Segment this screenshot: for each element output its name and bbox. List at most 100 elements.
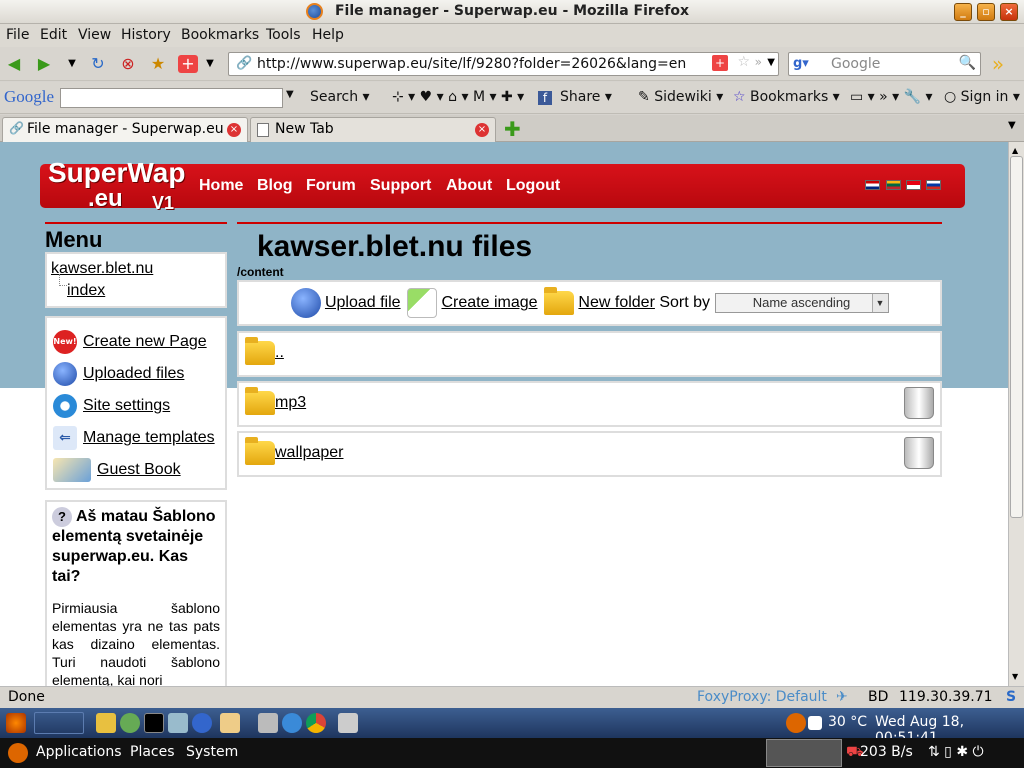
nav-support[interactable]: Support <box>370 177 431 195</box>
close-tab-icon[interactable]: × <box>227 123 241 137</box>
menu-bookmarks[interactable]: Bookmarks <box>181 27 259 43</box>
nav-logout[interactable]: Logout <box>506 177 560 195</box>
editor-icon[interactable] <box>168 713 188 733</box>
menu-view[interactable]: View <box>78 27 111 43</box>
url-dropdown-icon[interactable]: ▼ <box>767 57 775 68</box>
maximize-button[interactable]: ▫ <box>977 3 995 21</box>
google-engine-icon[interactable]: g▾ <box>793 56 809 71</box>
network-app-icon[interactable] <box>192 713 212 733</box>
forward-icon[interactable]: ▶ <box>34 55 54 73</box>
folder-link[interactable]: wallpaper <box>275 444 343 461</box>
addon-icon[interactable]: S <box>1006 689 1016 705</box>
app-launcher-icon[interactable] <box>120 713 140 733</box>
scroll-up-icon[interactable]: ▲ <box>1012 146 1018 155</box>
nav-blog[interactable]: Blog <box>257 177 293 195</box>
window-switcher-button[interactable] <box>34 712 84 734</box>
main-divider <box>237 222 942 224</box>
vertical-scrollbar[interactable]: ▲ ▼ <box>1008 142 1024 686</box>
addthis-dropdown-icon[interactable]: ▼ <box>200 55 220 73</box>
folder-link[interactable]: mp3 <box>275 394 306 411</box>
sidebar-index-link[interactable]: index <box>67 282 105 300</box>
facebook-icon[interactable]: f <box>538 91 552 105</box>
minimize-button[interactable]: _ <box>954 3 972 21</box>
share-button[interactable]: Share ▾ <box>560 89 612 105</box>
sidebar-item-guest-book[interactable]: Guest Book <box>53 458 181 486</box>
menu-history[interactable]: History <box>121 27 171 43</box>
new-folder-button[interactable]: New folder <box>543 287 655 315</box>
notes-icon[interactable] <box>220 713 240 733</box>
menu-tools[interactable]: Tools <box>266 27 301 43</box>
scroll-thumb[interactable] <box>1010 156 1023 518</box>
applications-menu[interactable]: Applications <box>36 744 122 760</box>
trash-icon[interactable] <box>904 437 934 469</box>
sidebar-item-uploaded-files[interactable]: Uploaded files <box>53 362 184 390</box>
close-tab-icon[interactable]: × <box>475 123 489 137</box>
window-icon[interactable] <box>338 713 358 733</box>
tray-icons[interactable]: ⇅ ▯ ✱ ⏻ <box>928 744 984 760</box>
google-search-button[interactable]: Search ▾ <box>310 89 370 105</box>
tab-list-icon[interactable]: ▼ <box>1008 120 1016 131</box>
table-row[interactable]: .. <box>237 331 942 377</box>
google-search-label: Search <box>310 89 359 105</box>
bookmark-toolbar-icon[interactable]: ★ <box>148 55 168 73</box>
ubuntu-icon[interactable] <box>786 713 806 733</box>
table-row[interactable]: wallpaper <box>237 431 942 477</box>
filezilla-icon[interactable] <box>258 713 278 733</box>
flag-russia-icon[interactable] <box>926 180 941 190</box>
nav-about[interactable]: About <box>446 177 492 195</box>
addthis-url-icon[interactable]: + <box>712 55 728 71</box>
ie-icon[interactable] <box>282 713 302 733</box>
system-menu[interactable]: System <box>186 744 238 760</box>
signin-button[interactable]: ○ Sign in ▾ <box>944 89 1020 105</box>
folder-link[interactable]: .. <box>275 344 284 361</box>
flag-uk-icon[interactable] <box>865 180 880 190</box>
tab-new-tab[interactable]: New Tab × <box>250 117 496 142</box>
places-menu[interactable]: Places <box>130 744 175 760</box>
history-dropdown-icon[interactable]: ▼ <box>62 55 82 73</box>
bookmarks-button[interactable]: ☆ Bookmarks ▾ <box>733 89 840 105</box>
menu-help[interactable]: Help <box>312 27 344 43</box>
addthis-icon[interactable]: + <box>178 55 198 73</box>
foxyproxy-status[interactable]: FoxyProxy: Default <box>697 689 827 705</box>
sidewiki-button[interactable]: ✎ Sidewiki ▾ <box>638 89 723 105</box>
workspace-switcher[interactable] <box>766 739 842 767</box>
more-tools-icon[interactable]: » <box>988 54 1008 74</box>
star-icon[interactable]: ☆ <box>737 54 750 70</box>
search-box[interactable]: g▾ Google 🔍 <box>788 52 981 76</box>
proxy-icon: ✈ <box>836 689 848 705</box>
toolbar-misc-icons[interactable]: ⊹ ▾ ♥ ▾ ⌂ ▾ M ▾ ✚ ▾ <box>392 89 524 105</box>
terminal-icon[interactable] <box>144 713 164 733</box>
magnifier-icon[interactable]: 🔍 <box>959 55 976 71</box>
reload-icon[interactable]: ↻ <box>88 55 108 73</box>
site-logo[interactable]: SuperWap .eu V1 <box>48 159 185 214</box>
sidebar-item-create-page[interactable]: New! Create new Page <box>53 330 207 358</box>
scroll-down-icon[interactable]: ▼ <box>1012 672 1018 681</box>
close-button[interactable]: × <box>1000 3 1018 21</box>
trash-icon[interactable] <box>904 387 934 419</box>
folder-launcher-icon[interactable] <box>96 713 116 733</box>
upload-file-button[interactable]: Upload file <box>290 288 401 318</box>
stop-icon[interactable]: ⊗ <box>118 55 138 73</box>
status-text: Done <box>8 689 45 705</box>
table-row[interactable]: mp3 <box>237 381 942 427</box>
nav-home[interactable]: Home <box>199 177 243 195</box>
url-bar[interactable]: 🔗 http://www.superwap.eu/site/lf/9280?fo… <box>228 52 779 76</box>
menu-file[interactable]: File <box>6 27 29 43</box>
sidebar-item-site-settings[interactable]: Site settings <box>53 394 170 422</box>
create-image-button[interactable]: Create image <box>407 288 538 318</box>
new-tab-icon[interactable]: ✚ <box>504 117 521 141</box>
nav-forum[interactable]: Forum <box>306 177 356 195</box>
google-input-dropdown-icon[interactable]: ▼ <box>286 89 294 100</box>
rss-icon[interactable]: » <box>755 55 762 69</box>
toolbar-settings-icons[interactable]: ▭ ▾ » ▾ 🔧 ▾ <box>850 89 933 105</box>
flag-lithuania-icon[interactable] <box>886 180 901 190</box>
back-icon[interactable]: ◀ <box>4 55 24 73</box>
chrome-icon[interactable] <box>306 713 326 733</box>
menu-edit[interactable]: Edit <box>40 27 67 43</box>
firefox-launcher-icon[interactable] <box>6 713 26 733</box>
sidebar-item-manage-templates[interactable]: ⇐ Manage templates <box>53 426 215 454</box>
sort-select[interactable]: Name ascending ▼ <box>714 293 889 313</box>
tab-file-manager[interactable]: 🔗 File manager - Superwap.eu × <box>2 117 248 142</box>
google-toolbar-input[interactable] <box>60 88 283 108</box>
flag-indonesia-icon[interactable] <box>906 180 921 190</box>
